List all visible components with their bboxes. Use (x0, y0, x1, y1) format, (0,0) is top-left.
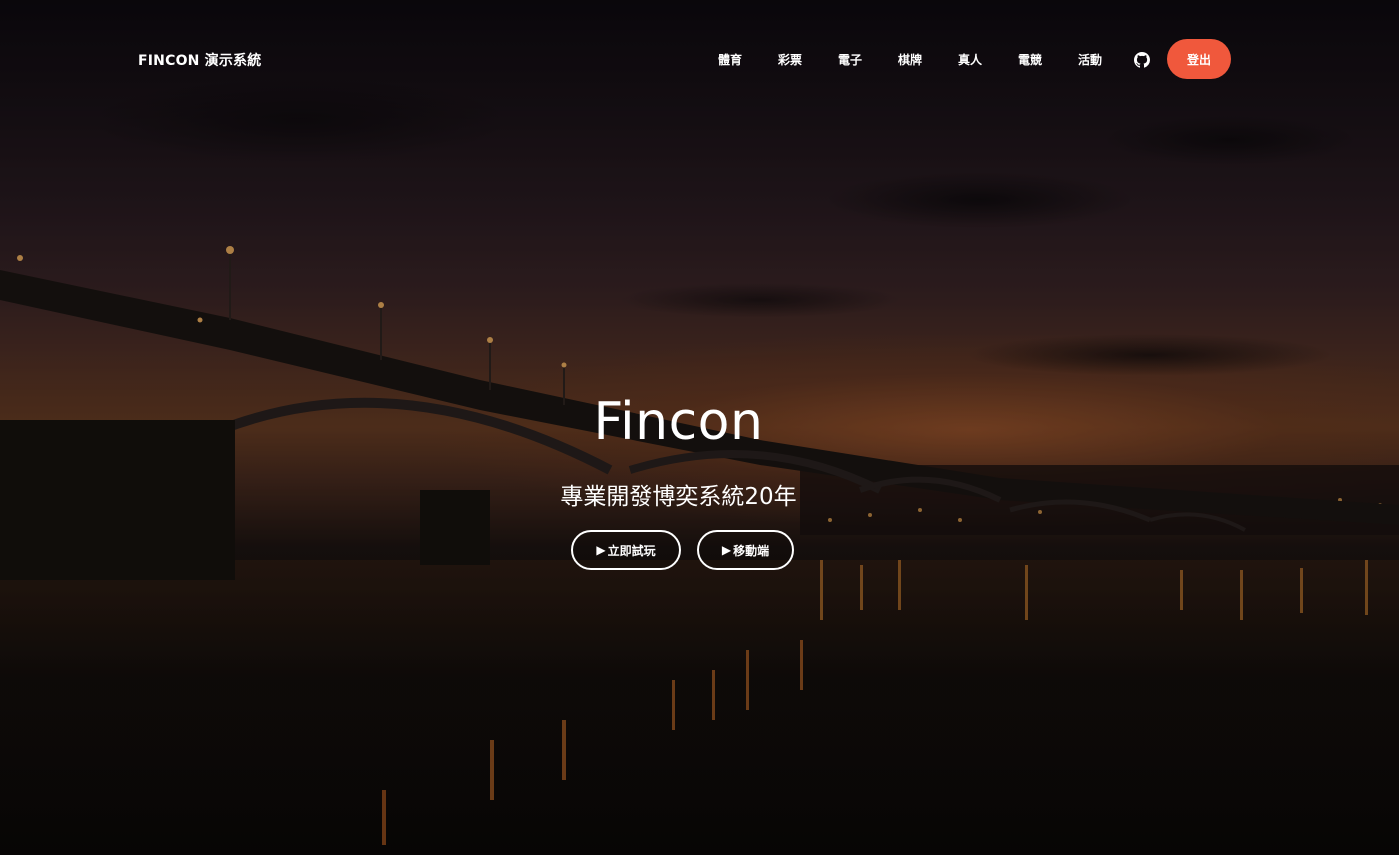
play-icon: ▶ (596, 543, 606, 557)
nav-item-chess-cards[interactable]: 棋牌 (880, 50, 940, 70)
nav-item-promotions[interactable]: 活動 (1060, 50, 1120, 70)
hero-buttons: ▶ 立即試玩 ▶ 移動端 (571, 530, 794, 570)
try-now-label: 立即試玩 (607, 543, 656, 558)
hero-section: FINCON 演示系統 體育 彩票 電子 棋牌 真人 電競 活動 登出 Finc… (0, 0, 1399, 855)
logout-button[interactable]: 登出 (1167, 39, 1231, 79)
brand-logo[interactable]: FINCON 演示系統 (138, 50, 261, 70)
nav-item-slots[interactable]: 電子 (820, 50, 880, 70)
mobile-button[interactable]: ▶ 移動端 (697, 530, 794, 570)
hero-title: Fincon (593, 392, 764, 452)
nav-item-sports[interactable]: 體育 (700, 50, 760, 70)
hero-subtitle: 專業開發博奕系統20年 (560, 484, 797, 510)
main-nav: 體育 彩票 電子 棋牌 真人 電競 活動 (700, 50, 1150, 70)
nav-item-live[interactable]: 真人 (940, 50, 1000, 70)
nav-item-esports[interactable]: 電競 (1000, 50, 1060, 70)
nav-item-lottery[interactable]: 彩票 (760, 50, 820, 70)
github-icon[interactable] (1134, 52, 1150, 68)
play-icon: ▶ (721, 543, 732, 557)
try-now-button[interactable]: ▶ 立即試玩 (571, 530, 681, 570)
mobile-label: 移動端 (733, 543, 770, 558)
